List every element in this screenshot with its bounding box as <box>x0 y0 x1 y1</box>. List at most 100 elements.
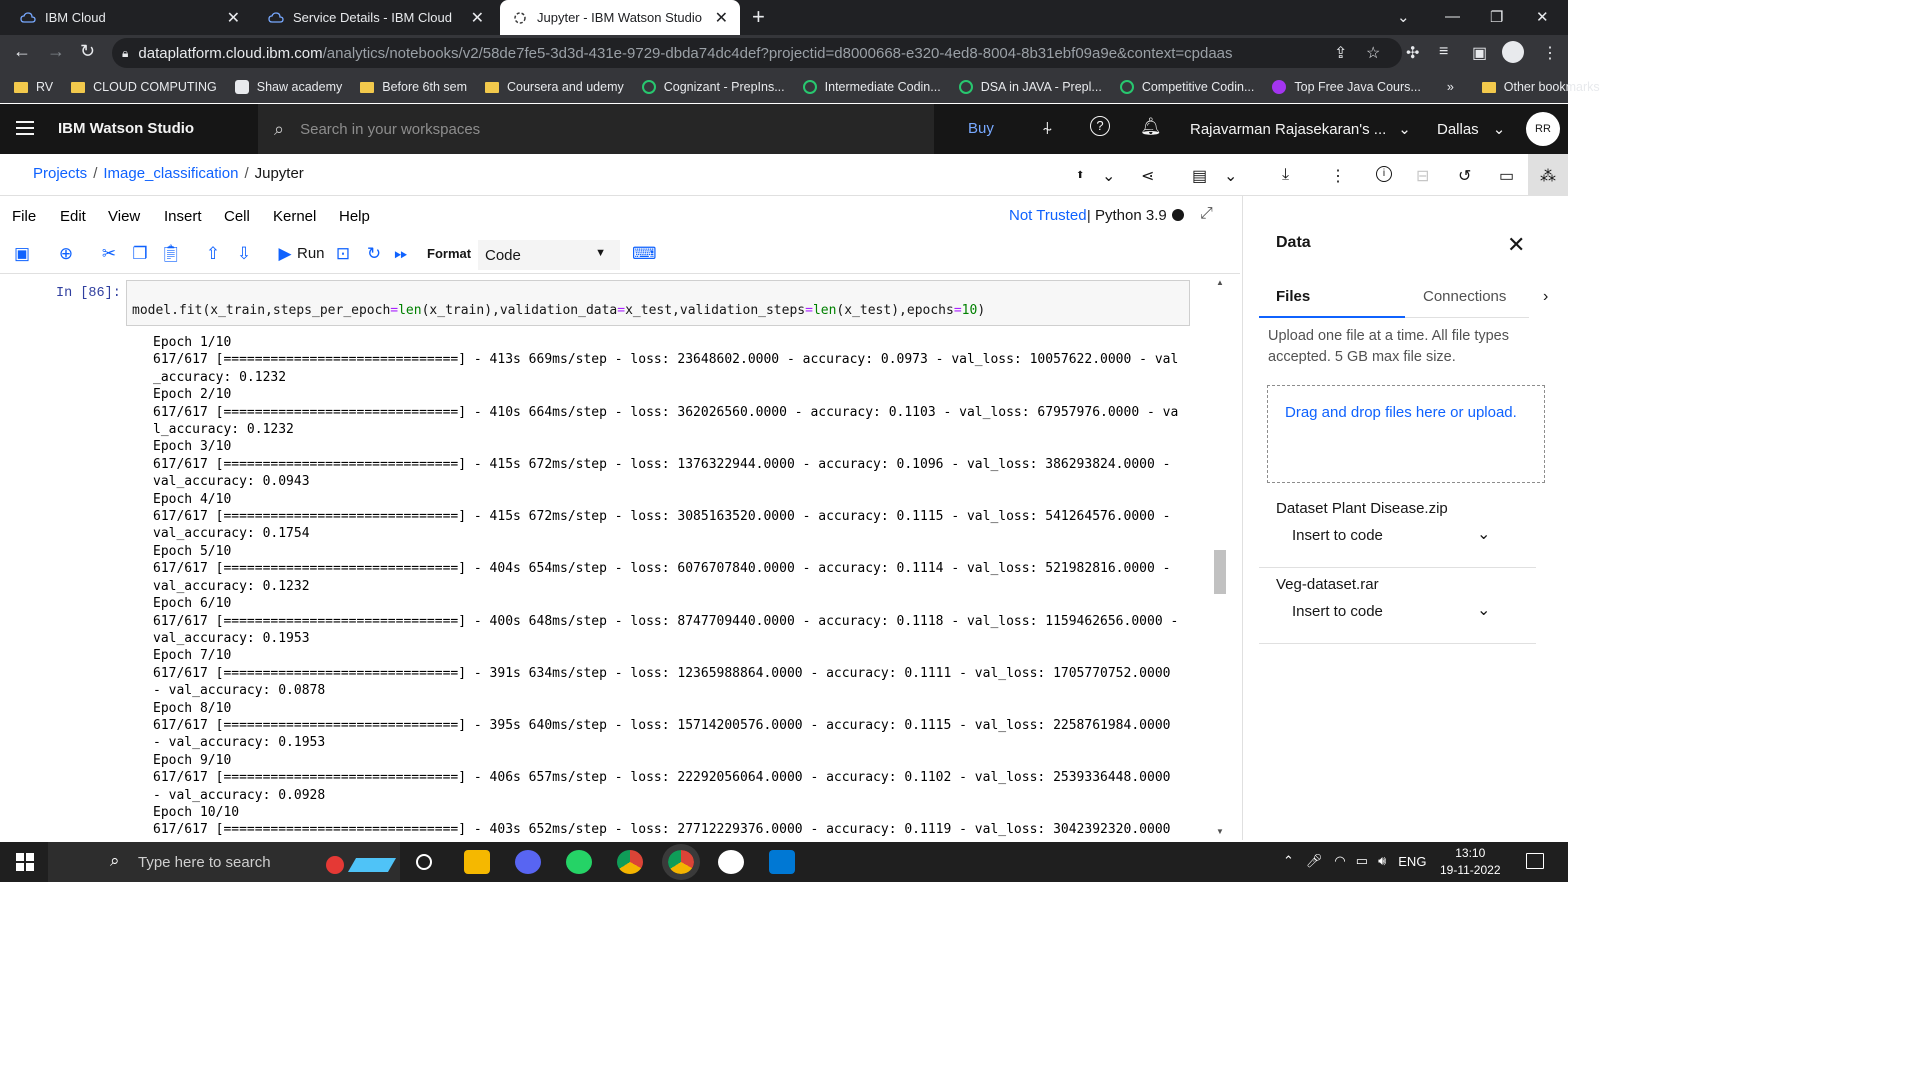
move-up-icon[interactable]: ⇧ <box>203 244 223 264</box>
notebook-scrollbar[interactable]: ▲ ▼ <box>1212 276 1228 840</box>
task-view-icon[interactable] <box>416 854 432 870</box>
keyboard-icon[interactable]: ⌨ <box>632 244 657 264</box>
minimize-icon[interactable]: — <box>1445 8 1460 25</box>
chevron-down-icon[interactable]: ⌄ <box>1102 166 1115 186</box>
signpost-icon[interactable]: ⍭ <box>1042 118 1053 139</box>
clock[interactable]: 13:10 19-11-2022 <box>1440 845 1501 879</box>
language-indicator[interactable]: ENG <box>1398 854 1426 869</box>
overflow-menu-icon[interactable]: ⋮ <box>1330 166 1346 186</box>
account-switcher[interactable]: Rajavarman Rajasekaran's ... ⌄ <box>1190 120 1411 138</box>
download-icon[interactable]: ⤓ <box>1282 166 1289 184</box>
move-down-icon[interactable]: ⇩ <box>234 244 254 264</box>
profile-avatar[interactable] <box>1502 41 1524 63</box>
other-bookmarks[interactable]: Other bookmarks <box>1481 80 1600 94</box>
menu-kernel[interactable]: Kernel <box>273 208 316 225</box>
workspace-search[interactable]: ⌕ Search in your workspaces <box>258 104 934 154</box>
bookmark-folder[interactable]: Before 6th sem <box>360 80 467 94</box>
breadcrumb-projects[interactable]: Projects <box>33 165 87 182</box>
cut-icon[interactable]: ✂ <box>99 244 119 264</box>
browser-tab-jupyter[interactable]: Jupyter - IBM Watson Studio ✕ <box>500 0 740 35</box>
run-button[interactable]: Run <box>297 245 325 262</box>
tab-connections[interactable]: Connections <box>1405 282 1529 318</box>
buy-link[interactable]: Buy <box>968 120 994 137</box>
menu-edit[interactable]: Edit <box>60 208 86 225</box>
scrollbar-thumb[interactable] <box>1214 550 1226 594</box>
back-icon[interactable]: ← <box>13 41 31 62</box>
restore-icon[interactable]: ❐ <box>1490 8 1503 26</box>
user-avatar[interactable]: RR <box>1526 112 1560 146</box>
extensions-icon[interactable]: ✣ <box>1406 43 1419 63</box>
notification-icon[interactable]: 🔔︎ <box>1140 117 1162 137</box>
browser-tab-service-details[interactable]: Service Details - IBM Cloud ✕ <box>256 0 496 35</box>
kernel-name[interactable]: Python 3.9 <box>1095 207 1167 224</box>
bookmark-folder[interactable]: CLOUD COMPUTING <box>71 80 217 94</box>
media-icon[interactable]: ≡ <box>1439 43 1448 61</box>
region-switcher[interactable]: Dallas ⌄ <box>1437 120 1505 138</box>
new-tab-button[interactable]: + <box>752 6 765 28</box>
bookmark-link[interactable]: Competitive Codin... <box>1119 80 1254 94</box>
bookmark-link[interactable]: Cognizant - PrepIns... <box>641 80 785 94</box>
copy-icon[interactable]: ❐ <box>130 244 150 264</box>
windows-start-icon[interactable] <box>16 853 34 871</box>
history-icon[interactable]: ↺ <box>1458 166 1471 186</box>
restart-icon[interactable]: ↻ <box>364 244 384 264</box>
close-icon[interactable]: ✕ <box>1507 232 1525 258</box>
share-icon[interactable]: ⇪ <box>1334 43 1347 63</box>
whatsapp-icon[interactable] <box>566 850 592 874</box>
interrupt-icon[interactable]: ⊡ <box>333 244 353 264</box>
menu-file[interactable]: File <box>12 208 36 225</box>
run-icon[interactable]: ▶ <box>275 244 295 264</box>
address-bar[interactable]: 🔒︎ dataplatform.cloud.ibm.com /analytics… <box>112 38 1402 68</box>
discord-icon[interactable] <box>515 850 541 874</box>
battery-icon[interactable]: ▭ <box>1356 853 1368 869</box>
breadcrumb-project[interactable]: Image_classification <box>103 165 238 182</box>
schedule-icon[interactable]: ▤ <box>1192 166 1207 186</box>
hamburger-menu-icon[interactable] <box>16 121 34 135</box>
chevron-right-icon[interactable]: › <box>1543 288 1548 306</box>
vscode-icon[interactable] <box>769 850 795 874</box>
tab-search-icon[interactable]: ⌄ <box>1397 8 1410 26</box>
code-cell[interactable]: model.fit(x_train,steps_per_epoch=len(x_… <box>126 280 1190 326</box>
volume-icon[interactable]: 🔊︎ <box>1378 853 1386 869</box>
menu-icon[interactable]: ⋮ <box>1542 43 1558 63</box>
side-panel-icon[interactable]: ▣ <box>1472 43 1487 63</box>
bookmark-folder[interactable]: RV <box>14 80 53 94</box>
chrome-active-icon[interactable] <box>662 844 700 880</box>
window-close-icon[interactable]: ✕ <box>1536 8 1549 26</box>
close-icon[interactable]: ✕ <box>715 8 728 28</box>
menu-view[interactable]: View <box>108 208 140 225</box>
file-explorer-icon[interactable] <box>464 850 490 874</box>
tab-files[interactable]: Files <box>1259 282 1405 318</box>
share-icon[interactable]: ⋖ <box>1141 166 1154 186</box>
chrome-icon[interactable] <box>617 850 643 874</box>
chevron-down-icon[interactable]: ⌄ <box>1477 524 1490 544</box>
comments-icon[interactable]: ▭ <box>1499 166 1514 186</box>
bookmark-link[interactable]: Intermediate Codin... <box>802 80 941 94</box>
expand-icon[interactable]: ⤢ <box>1200 205 1213 223</box>
taskbar-search[interactable]: ⌕ Type here to search <box>48 842 400 882</box>
cell-type-select[interactable]: Code ▼ <box>478 240 620 270</box>
bookmark-folder[interactable]: Coursera and udemy <box>485 80 624 94</box>
trust-status[interactable]: Not Trusted <box>1009 207 1087 224</box>
chevron-down-icon[interactable]: ⌄ <box>1477 600 1490 620</box>
close-icon[interactable]: ✕ <box>227 8 240 28</box>
scroll-down-icon[interactable]: ▼ <box>1216 827 1224 836</box>
reload-icon[interactable]: ↻ <box>80 41 95 62</box>
star-icon[interactable]: ☆ <box>1366 43 1380 63</box>
restart-run-all-icon[interactable]: ⏩︎ <box>391 244 411 264</box>
notification-center-icon[interactable] <box>1526 853 1544 869</box>
microphone-icon[interactable]: 🎤︎ <box>1306 853 1323 869</box>
bookmark-link[interactable]: Top Free Java Cours... <box>1272 80 1421 94</box>
forward-icon[interactable]: → <box>47 41 65 62</box>
browser-tab-ibm-cloud[interactable]: IBM Cloud ✕ <box>8 0 252 35</box>
paste-icon[interactable]: 📋︎ <box>160 244 182 264</box>
save-icon[interactable]: ▣ <box>12 244 32 264</box>
versions-icon[interactable]: ⊟ <box>1416 166 1429 186</box>
menu-cell[interactable]: Cell <box>224 208 250 225</box>
notebook-area[interactable]: In [86]: model.fit(x_train,steps_per_epo… <box>12 276 1212 840</box>
bookmark-link[interactable]: Shaw academy <box>234 80 342 94</box>
menu-help[interactable]: Help <box>339 208 370 225</box>
info-icon[interactable]: i <box>1376 166 1392 182</box>
help-icon[interactable]: ? <box>1090 116 1110 136</box>
pin-icon[interactable]: ⬆ <box>1076 170 1084 181</box>
